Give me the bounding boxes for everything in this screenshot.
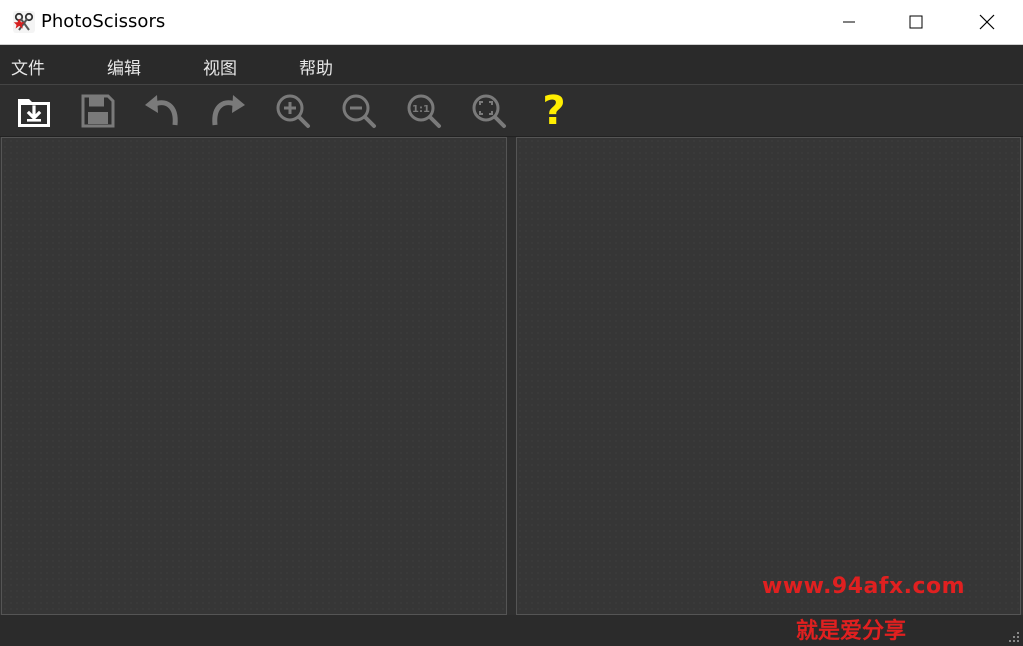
redo-button[interactable] [208, 91, 248, 131]
zoom-out-icon [342, 94, 376, 128]
menu-file[interactable]: 文件 [11, 54, 45, 79]
zoom-in-icon [276, 94, 310, 128]
minimize-icon [843, 21, 855, 23]
close-icon [979, 14, 995, 30]
resize-grip-icon[interactable] [1008, 631, 1020, 643]
menu-bar: 文件 编辑 视图 帮助 [0, 45, 1023, 85]
open-file-icon [18, 99, 50, 127]
help-button[interactable]: ? [534, 91, 574, 131]
result-image-panel[interactable] [516, 137, 1021, 615]
maximize-button[interactable] [893, 0, 939, 44]
save-button[interactable] [78, 91, 118, 131]
menu-view[interactable]: 视图 [203, 54, 237, 79]
panel-splitter[interactable] [507, 137, 516, 615]
watermark-slogan: 就是爱分享 [796, 619, 907, 644]
original-image-panel[interactable] [1, 137, 507, 615]
app-window: PhotoScissors 文件 编辑 视图 帮助 1:1 ? www.94af… [0, 0, 1023, 646]
zoom-out-button[interactable] [339, 91, 379, 131]
zoom-actual-size-button[interactable]: 1:1 [404, 91, 444, 131]
toolbar: 1:1 ? [0, 85, 1023, 137]
save-icon [81, 94, 115, 128]
close-button[interactable] [964, 0, 1010, 44]
redo-icon [212, 95, 245, 126]
undo-icon [145, 95, 178, 126]
undo-button[interactable] [142, 91, 182, 131]
watermark-url: www.94afx.com [762, 574, 966, 599]
menu-help[interactable]: 帮助 [299, 54, 333, 79]
zoom-fit-button[interactable] [469, 91, 509, 131]
scissors-app-icon [13, 11, 35, 33]
zoom-actual-size-icon: 1:1 [407, 94, 441, 128]
maximize-icon [909, 15, 923, 29]
zoom-ratio-label: 1:1 [412, 104, 430, 115]
title-bar[interactable]: PhotoScissors [0, 0, 1023, 45]
minimize-button[interactable] [826, 0, 872, 44]
menu-edit[interactable]: 编辑 [107, 54, 141, 79]
window-title: PhotoScissors [41, 11, 166, 32]
zoom-in-button[interactable] [273, 91, 313, 131]
help-icon: ? [542, 88, 566, 134]
zoom-fit-icon [472, 94, 506, 128]
open-button[interactable] [14, 91, 54, 131]
